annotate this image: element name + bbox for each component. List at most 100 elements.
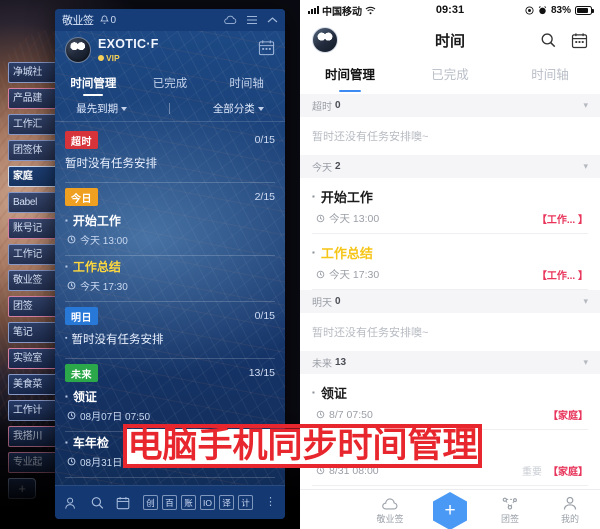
alarm-repeat-icon <box>67 411 76 420</box>
cloud-sync-icon[interactable] <box>223 15 237 25</box>
app-tab-0[interactable]: 时间管理 <box>55 71 132 96</box>
phone-tab-0[interactable]: 时间管理 <box>300 60 400 94</box>
phone-tab-1[interactable]: 已完成 <box>400 60 500 94</box>
group-count: 0/15 <box>254 310 275 322</box>
vip-label: VIP <box>106 52 120 63</box>
empty-placeholder: 暂时没有任务安排 <box>55 329 285 355</box>
quick-tool-icon[interactable]: IO <box>200 495 215 510</box>
tabbar-item-3[interactable]: 我的 <box>540 495 600 524</box>
task-title-text: 开始工作 <box>72 214 121 228</box>
chevron-down-icon[interactable]: ▾ <box>583 357 588 368</box>
chevron-down-icon[interactable]: ▾ <box>583 161 588 172</box>
alarm-repeat-icon <box>67 281 76 290</box>
chevron-up-icon[interactable] <box>267 16 278 24</box>
task-category-tag[interactable]: 【家庭】 <box>548 463 588 478</box>
task-category-tag[interactable]: 【工作... 】 <box>537 267 588 282</box>
section-header[interactable]: 今天 2 ▾ <box>300 155 600 178</box>
more-options-icon[interactable]: ⋮ <box>265 497 276 507</box>
tabbar-label: 团签 <box>500 514 519 524</box>
phone-bottom-tabbar: 敬业签时间团签我的+ <box>300 489 600 529</box>
task-title: 工作总结 <box>312 243 588 262</box>
chevron-down-icon <box>257 106 264 111</box>
section-header[interactable]: 超时 0 ▾ <box>300 94 600 117</box>
task-row[interactable]: 开始工作今天 13:00 <box>55 210 285 252</box>
empty-placeholder: 暂时还没有任务安排噢~ <box>312 327 429 339</box>
task-meta: 08月07日 07:50 <box>65 408 275 423</box>
notification-count: 0 <box>110 14 117 26</box>
app-tab-1[interactable]: 已完成 <box>132 71 209 96</box>
task-category-tag[interactable]: 【家庭】 <box>548 407 588 422</box>
section-count: 0 <box>335 100 341 111</box>
calendar-button[interactable] <box>258 39 275 61</box>
quick-tool-icon[interactable]: 百 <box>162 495 177 510</box>
group-icon <box>480 495 540 512</box>
task-group-header: 未来 13/15 <box>55 359 285 386</box>
quick-tool-icon[interactable]: 账 <box>181 495 196 510</box>
category-filter[interactable]: 全部分类 <box>213 101 264 116</box>
avatar[interactable] <box>65 37 91 63</box>
task-group-header: 今日 2/15 <box>55 183 285 210</box>
tabbar-item-2[interactable]: 团签 <box>480 495 540 524</box>
task-time: 今天 13:00 <box>80 236 128 247</box>
search-icon[interactable] <box>540 32 557 49</box>
section-label: 明天 <box>312 298 332 309</box>
task-row[interactable]: 领证 8/7 07:50 【家庭】 <box>300 374 600 429</box>
task-time: 今天 17:30 <box>80 282 128 293</box>
task-row[interactable]: 工作总结今天 17:30 【工作... 】 <box>300 234 600 289</box>
task-row[interactable]: 领证 08月07日 07:50 <box>55 386 285 428</box>
section-header[interactable]: 未来 13 ▾ <box>300 351 600 374</box>
sort-filter[interactable]: 最先到期 <box>76 101 128 116</box>
task-meta: 今天 13:00 <box>65 232 275 247</box>
task-title-text: 工作总结 <box>320 246 373 261</box>
task-meta: 8/7 07:50 【家庭】 <box>312 407 588 422</box>
quick-tool-icon[interactable]: 译 <box>219 495 234 510</box>
task-title-text: 车年检 <box>72 436 109 450</box>
app-profile-row: EXOTIC·F VIP <box>55 31 285 69</box>
app-tab-bar: 时间管理 已完成 时间轴 <box>55 69 285 96</box>
phone-tab-bar: 时间管理 已完成 时间轴 <box>300 60 600 94</box>
task-time: 8/7 07:50 <box>329 408 373 421</box>
chevron-down-icon[interactable]: ▾ <box>583 100 588 111</box>
alarm-repeat-icon <box>316 270 325 279</box>
vip-crown-icon <box>98 54 104 61</box>
clock-icon <box>67 457 76 466</box>
section-count: 13 <box>335 357 347 368</box>
tabbar-label: 敬业签 <box>376 514 404 524</box>
chevron-down-icon <box>121 106 128 111</box>
section-label: 今天 <box>312 163 332 174</box>
notification-bell[interactable]: 0 <box>99 14 117 26</box>
task-category-tag[interactable]: 【工作... 】 <box>537 211 588 226</box>
phone-tab-2[interactable]: 时间轴 <box>500 60 600 94</box>
task-group-header: 超时 0/15 <box>55 126 285 153</box>
group-count: 0/15 <box>254 134 275 146</box>
phone-status-bar: 中国移动 09:31 83% <box>300 0 600 20</box>
quick-tool-icon[interactable]: 创 <box>143 495 158 510</box>
status-time: 09:31 <box>435 4 465 16</box>
divider <box>312 485 588 486</box>
section-label: 未来 <box>312 359 332 370</box>
alarm-repeat-icon <box>316 214 325 223</box>
calendar-icon[interactable] <box>116 496 130 510</box>
calendar-icon[interactable] <box>571 32 588 49</box>
chevron-down-icon[interactable]: ▾ <box>583 296 588 307</box>
search-icon[interactable] <box>90 496 105 510</box>
hamburger-menu-icon[interactable] <box>246 15 258 25</box>
bell-icon <box>99 15 109 24</box>
section-header[interactable]: 明天 0 ▾ <box>300 290 600 313</box>
task-title-text: 工作总结 <box>72 260 121 274</box>
category-filter-label: 全部分类 <box>212 103 255 115</box>
empty-placeholder: 暂时没有任务安排 <box>65 158 157 170</box>
group-chip: 超时 <box>65 131 98 149</box>
task-title: 开始工作 <box>65 212 275 229</box>
vip-badge: VIP <box>98 53 159 63</box>
group-chip: 未来 <box>65 364 98 382</box>
task-row[interactable]: 开始工作今天 13:00 【工作... 】 <box>300 178 600 233</box>
group-count: 13/15 <box>248 367 275 379</box>
task-row[interactable]: 工作总结今天 17:30 <box>55 256 285 298</box>
contacts-icon[interactable] <box>64 496 79 510</box>
app-tab-2[interactable]: 时间轴 <box>208 71 285 96</box>
app-logo-text: 敬业签 <box>62 15 94 27</box>
quick-tool-icon[interactable]: 计 <box>238 495 253 510</box>
task-title: 工作总结 <box>65 258 275 275</box>
tabbar-item-0[interactable]: 敬业签 <box>360 495 420 524</box>
